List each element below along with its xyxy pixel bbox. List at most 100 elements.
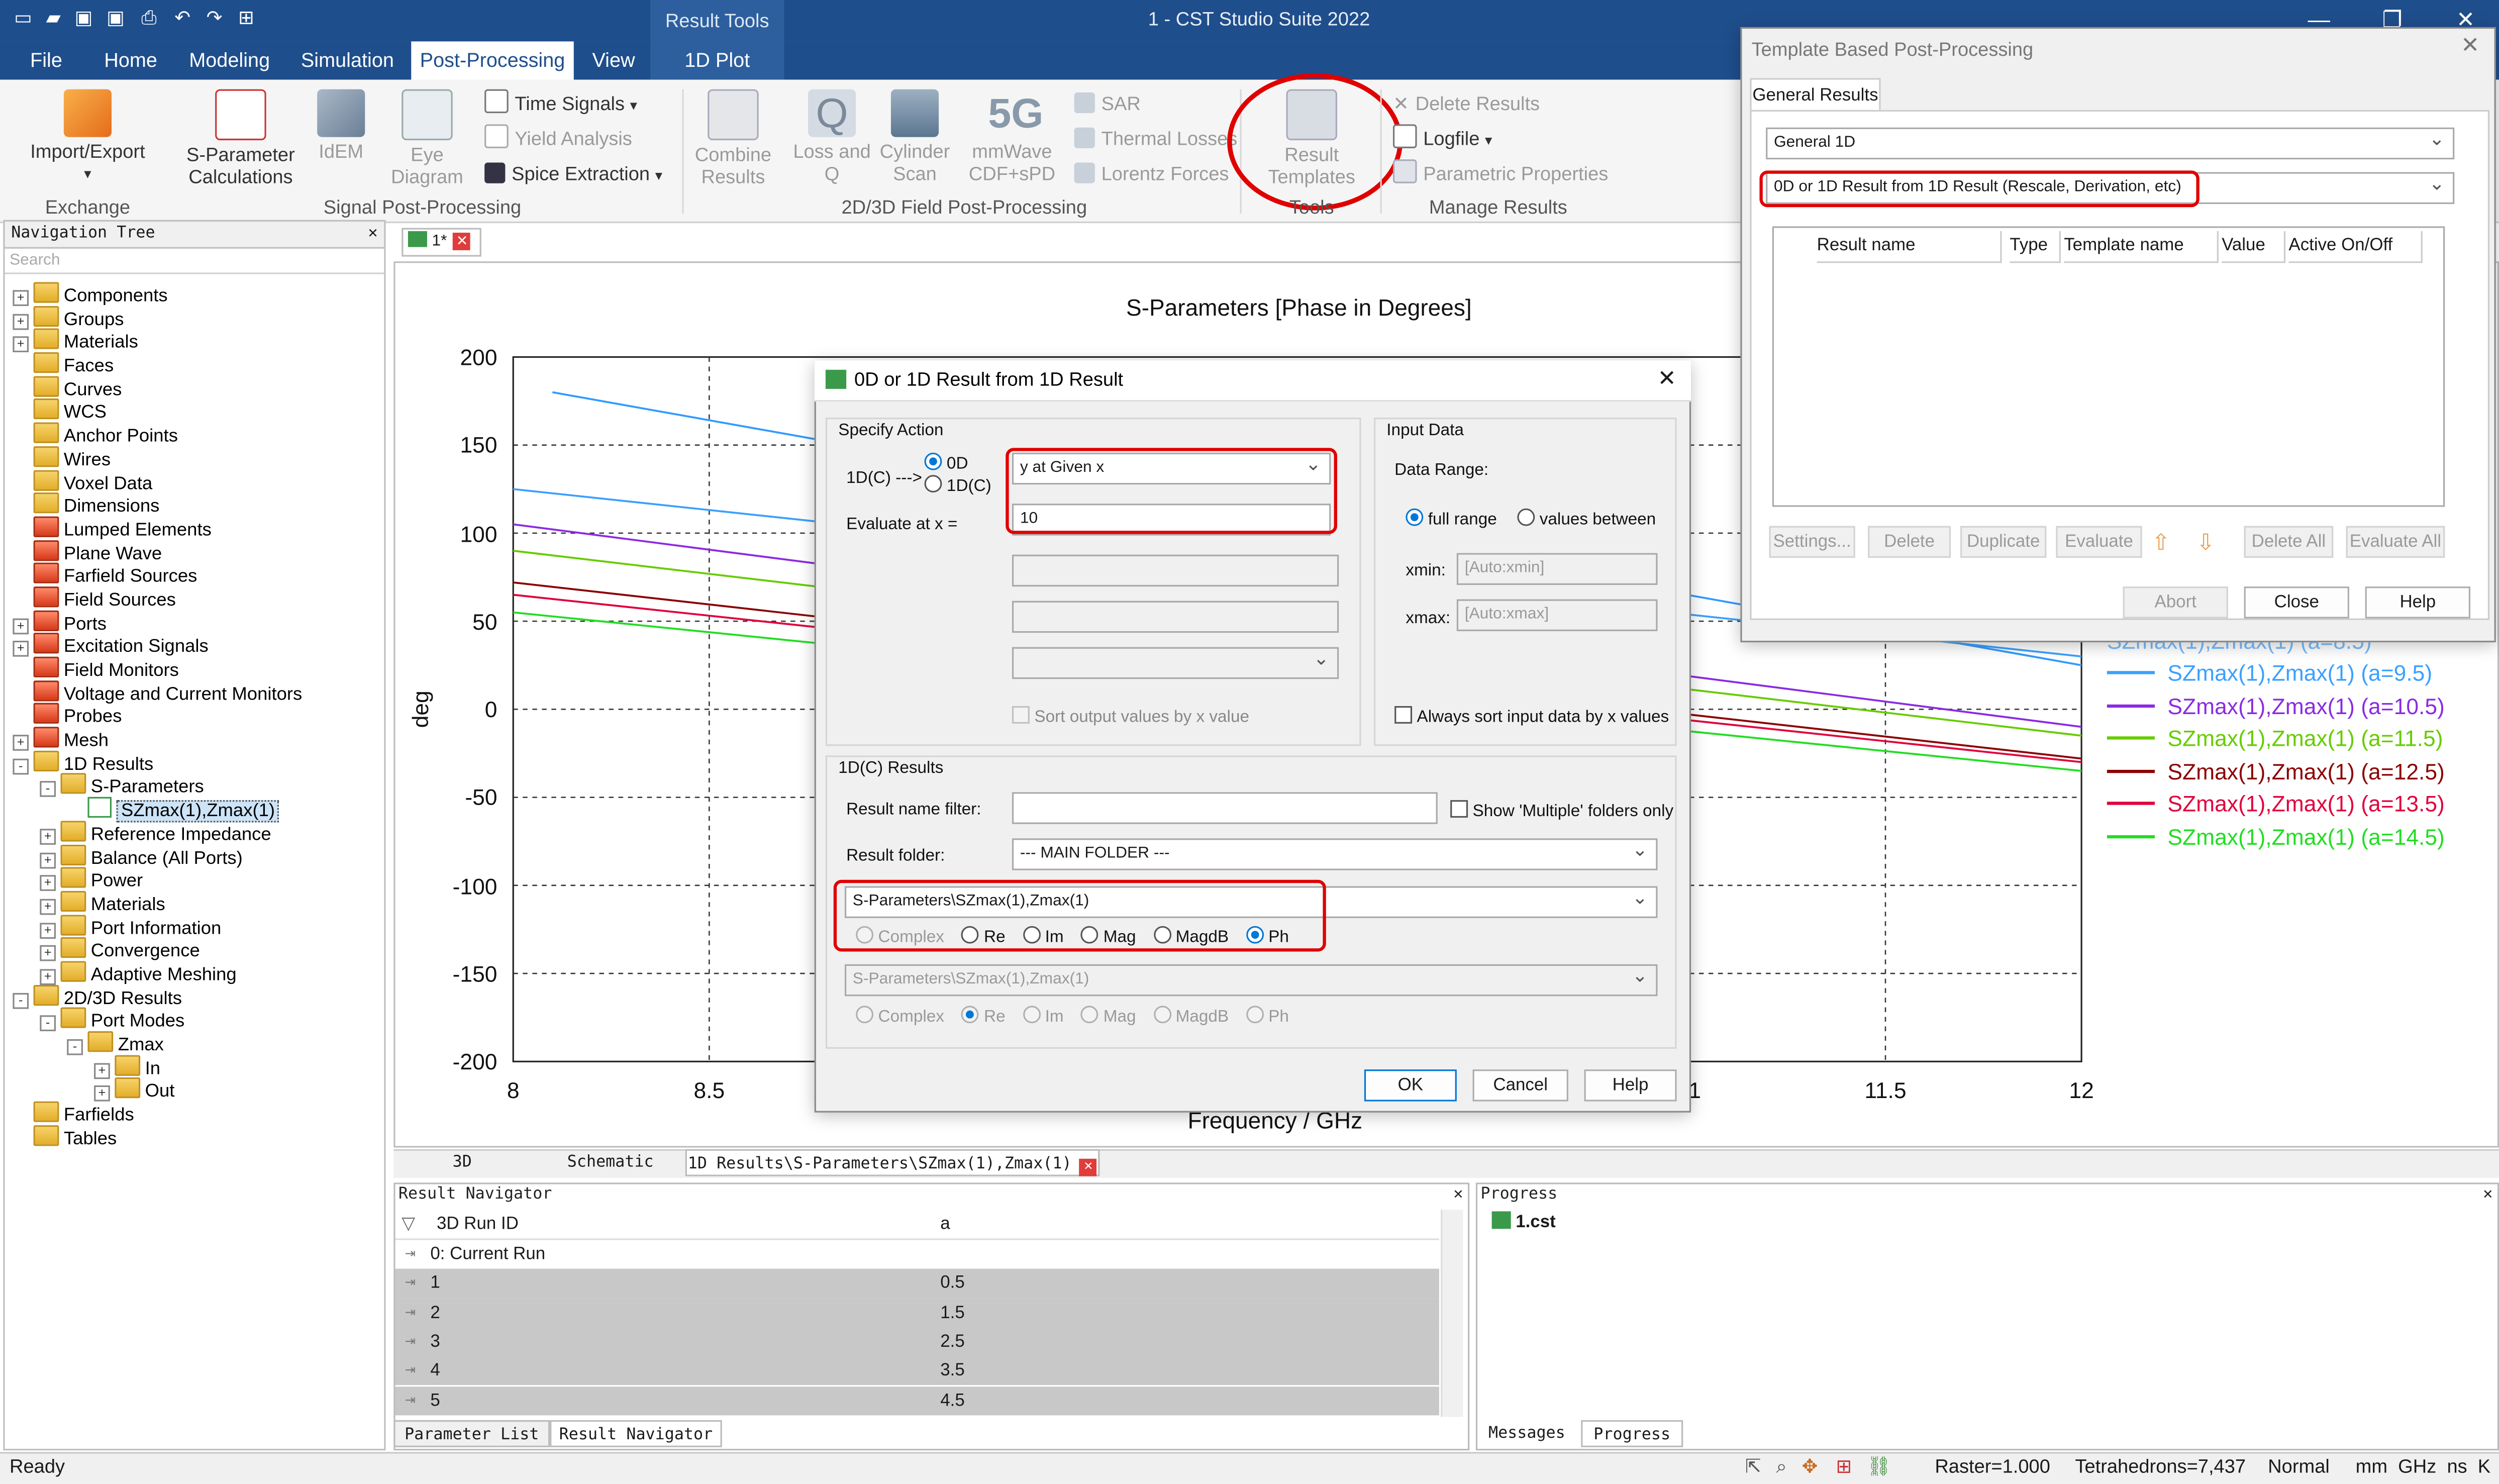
tree-item[interactable]: + In: [13, 1054, 379, 1079]
legend-entry[interactable]: SZmax(1),Zmax(1) (a=9.5): [2107, 657, 2432, 689]
always-sort-checkbox[interactable]: Always sort input data by x values: [1394, 706, 1669, 727]
expand-icon[interactable]: +: [40, 922, 56, 938]
expand-icon[interactable]: +: [40, 828, 56, 845]
sort-output-check[interactable]: [1012, 706, 1030, 724]
collapse-icon[interactable]: -: [40, 1016, 56, 1032]
tree-item[interactable]: Voltage and Current Monitors: [13, 680, 379, 704]
tree-item[interactable]: + Port Information: [13, 914, 379, 938]
tree-item[interactable]: Wires: [13, 446, 379, 470]
tree-item[interactable]: + Power: [13, 867, 379, 892]
legend-entry[interactable]: SZmax(1),Zmax(1) (a=14.5): [2107, 821, 2445, 853]
lorentz-forces-button[interactable]: Lorentz Forces: [1074, 158, 1229, 189]
expand-icon[interactable]: +: [13, 290, 29, 306]
table-row[interactable]: ⇥ 4 3.5: [395, 1356, 1439, 1386]
expand-icon[interactable]: +: [13, 337, 29, 353]
tree-item[interactable]: + Groups: [13, 305, 379, 330]
template-column-header[interactable]: Active On/Off: [2288, 231, 2423, 263]
legend-entry[interactable]: SZmax(1),Zmax(1) (a=10.5): [2107, 689, 2445, 722]
save-all-icon[interactable]: ▣: [105, 7, 126, 29]
tree-item[interactable]: + Ports: [13, 610, 379, 634]
template-column-header[interactable]: Value: [2222, 231, 2286, 263]
tree-item[interactable]: + Adaptive Meshing: [13, 961, 379, 985]
tab-1d-results[interactable]: 1D Results\S-Parameters\SZmax(1),Zmax(1)…: [685, 1149, 1100, 1176]
expand-icon[interactable]: +: [94, 1062, 110, 1079]
tab-1d-plot[interactable]: 1D Plot: [660, 41, 774, 79]
result-2-select[interactable]: S-Parameters\SZmax(1),Zmax(1): [844, 961, 1658, 997]
radio-ph-2[interactable]: [1246, 1006, 1264, 1024]
result-folder-select[interactable]: --- MAIN FOLDER ---: [1012, 835, 1658, 870]
tree-item[interactable]: Probes: [13, 703, 379, 727]
status-tool-icons[interactable]: ⇱ ⌕ ✥ ⊞ ⛓: [1745, 1455, 1891, 1479]
sort-output-checkbox[interactable]: Sort output values by x value: [1012, 706, 1249, 727]
table-row[interactable]: ⇥ 1 0.5: [395, 1269, 1439, 1299]
tree-item[interactable]: Field Monitors: [13, 656, 379, 680]
template-action-button[interactable]: Delete All: [2244, 526, 2334, 558]
tab-home[interactable]: Home: [92, 41, 169, 79]
expand-icon[interactable]: +: [40, 875, 56, 892]
radio-full-range[interactable]: full range: [1406, 508, 1497, 529]
filter-icon[interactable]: ▽: [402, 1210, 415, 1240]
document-tab[interactable]: 1* ✕: [402, 228, 481, 257]
template-column-header[interactable]: Template name: [2064, 231, 2219, 263]
collapse-icon[interactable]: -: [40, 781, 56, 798]
legend-entry[interactable]: SZmax(1),Zmax(1) (a=11.5): [2107, 722, 2443, 755]
legend-entry[interactable]: SZmax(1),Zmax(1) (a=12.5): [2107, 755, 2445, 788]
tree-item[interactable]: Tables: [13, 1125, 379, 1149]
tab-post-processing[interactable]: Post-Processing: [411, 41, 574, 80]
template-action-button[interactable]: Evaluate: [2056, 526, 2142, 558]
table-row[interactable]: ⇥ 0: Current Run: [395, 1240, 1439, 1269]
close-icon[interactable]: ✕: [1453, 1182, 1463, 1207]
expand-icon[interactable]: +: [13, 735, 29, 751]
tree-item[interactable]: + Excitation Signals: [13, 633, 379, 657]
always-sort-check[interactable]: [1394, 706, 1413, 724]
expand-icon[interactable]: +: [94, 1086, 110, 1102]
tree-item[interactable]: Voxel Data: [13, 469, 379, 493]
tab-parameter-list[interactable]: Parameter List: [393, 1420, 550, 1447]
tree-item[interactable]: - Zmax: [13, 1031, 379, 1055]
tree-item[interactable]: Curves: [13, 375, 379, 400]
expand-icon[interactable]: +: [13, 313, 29, 330]
help-button[interactable]: Help: [1584, 1069, 1677, 1102]
tab-general-results[interactable]: General Results: [1750, 78, 1881, 110]
grid-toggle-icon[interactable]: ⊞: [1836, 1455, 1852, 1477]
tree-item[interactable]: Farfield Sources: [13, 563, 379, 587]
s-parameter-calculations-button[interactable]: S-Parameter Calculations: [175, 89, 306, 188]
radio-re-2[interactable]: [961, 1006, 979, 1024]
tree-item[interactable]: Plane Wave: [13, 539, 379, 563]
expand-icon[interactable]: +: [13, 618, 29, 634]
template-close-button[interactable]: Close: [2244, 586, 2349, 619]
column-a[interactable]: a: [940, 1210, 950, 1240]
tree-item[interactable]: Dimensions: [13, 492, 379, 517]
template-action-button[interactable]: Duplicate: [1960, 526, 2047, 558]
close-icon[interactable]: ✕: [1657, 365, 1676, 392]
zoom-icon[interactable]: ⌕: [1776, 1455, 1786, 1477]
tree-item[interactable]: SZmax(1),Zmax(1): [13, 797, 379, 823]
tree-item[interactable]: Field Sources: [13, 586, 379, 611]
tab-progress[interactable]: Progress: [1581, 1420, 1683, 1447]
close-icon[interactable]: ✕: [2461, 32, 2479, 59]
idem-button[interactable]: IdEM: [313, 89, 370, 163]
column-run-id[interactable]: 3D Run ID: [437, 1210, 519, 1240]
pan-icon[interactable]: ✥: [1802, 1455, 1818, 1477]
eye-diagram-button[interactable]: Eye Diagram: [382, 89, 472, 188]
thermal-losses-button[interactable]: Thermal Losses: [1074, 123, 1237, 154]
tab-result-navigator[interactable]: Result Navigator: [550, 1420, 722, 1447]
radio-values-between-indicator[interactable]: [1517, 508, 1535, 526]
category-select[interactable]: General 1D: [1766, 124, 2455, 160]
tree-item[interactable]: Faces: [13, 352, 379, 376]
close-tab-icon[interactable]: ✕: [453, 233, 471, 250]
show-multiple-checkbox[interactable]: Show 'Multiple' folders only: [1450, 800, 1673, 821]
ok-button[interactable]: OK: [1364, 1069, 1457, 1102]
pointer-icon[interactable]: ⇱: [1745, 1455, 1761, 1477]
tree-item[interactable]: Farfields: [13, 1101, 379, 1125]
tab-view[interactable]: View: [580, 41, 647, 79]
collapse-icon[interactable]: -: [13, 992, 29, 1009]
radio-magdb-2[interactable]: [1153, 1006, 1171, 1024]
move-up-icon[interactable]: ⇧: [2152, 529, 2170, 556]
template-column-header[interactable]: Type: [2010, 231, 2061, 263]
open-folder-icon[interactable]: ▰: [43, 7, 64, 29]
template-table[interactable]: [1772, 226, 2445, 507]
template-action-button[interactable]: Settings...: [1769, 526, 1855, 558]
scrollbar[interactable]: [1441, 1210, 1463, 1417]
sar-button[interactable]: SAR: [1074, 87, 1141, 119]
